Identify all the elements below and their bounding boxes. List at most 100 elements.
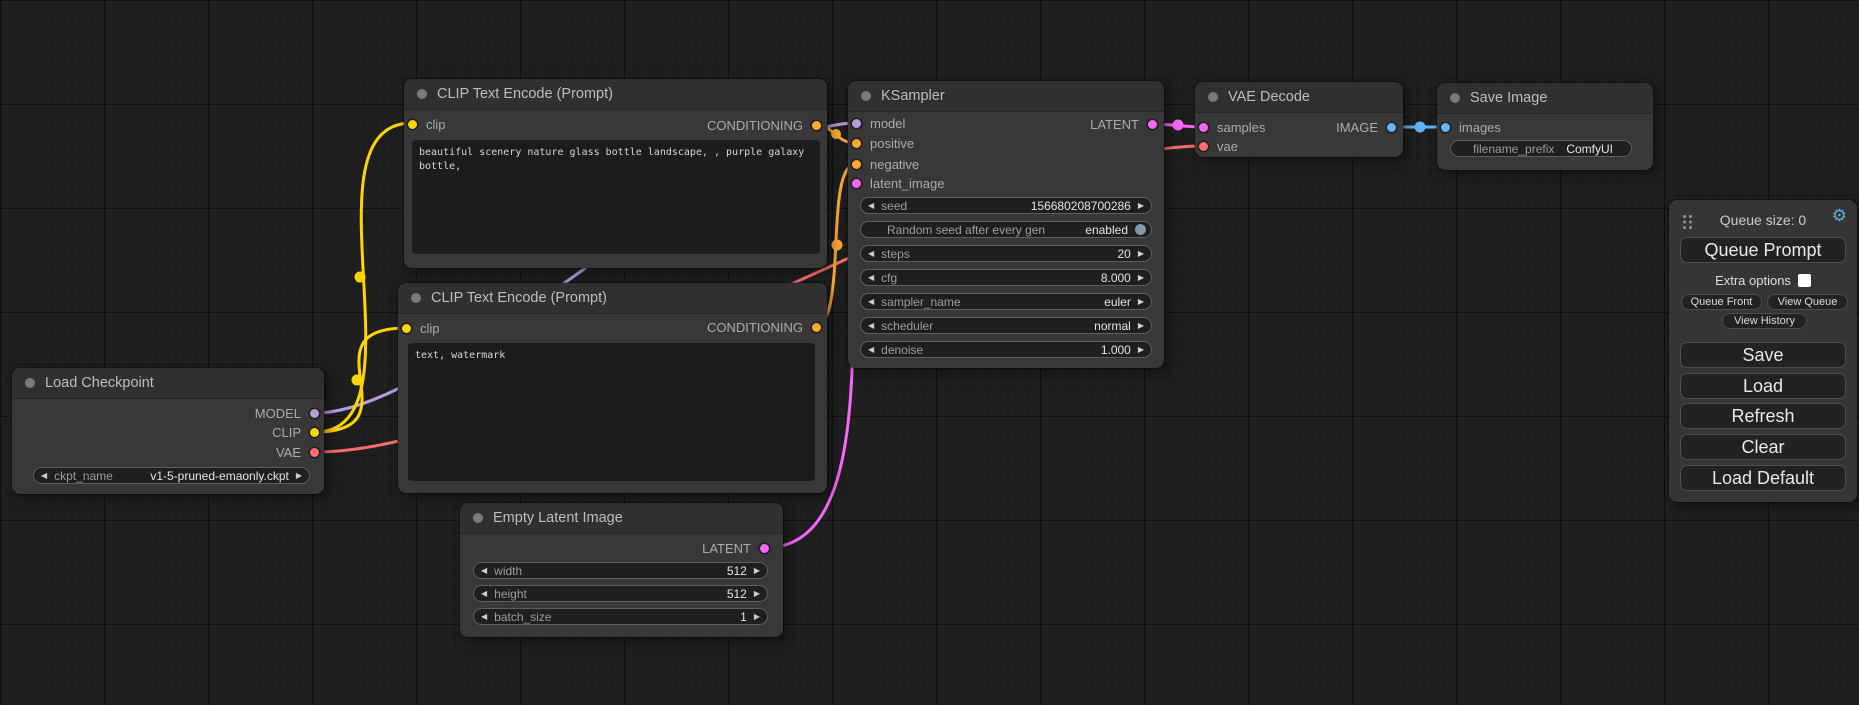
node-empty-latent-image[interactable]: Empty Latent Image LATENT ◀ width 512 ▶ …	[460, 503, 783, 637]
widget-scheduler[interactable]: ◀ scheduler normal ▶	[860, 317, 1152, 334]
widget-value[interactable]: 156680208700286	[1031, 199, 1131, 213]
input-slot-positive[interactable]: positive	[852, 134, 914, 152]
negative-prompt-textarea[interactable]: text, watermark	[408, 343, 815, 481]
increment-arrow-icon[interactable]: ▶	[1131, 294, 1151, 309]
widget-value[interactable]: 1	[740, 610, 747, 624]
collapse-dot-icon[interactable]	[861, 91, 871, 101]
widget-value[interactable]: 512	[727, 587, 747, 601]
node-title-bar[interactable]: CLIP Text Encode (Prompt)	[404, 79, 827, 110]
increment-arrow-icon[interactable]: ▶	[1131, 198, 1151, 213]
node-vae-decode[interactable]: VAE Decode samples vae IMAGE	[1195, 82, 1403, 157]
widget-value[interactable]: normal	[1094, 319, 1131, 333]
input-slot-model[interactable]: model	[852, 114, 905, 132]
output-slot-conditioning[interactable]: CONDITIONING	[707, 116, 821, 134]
decrement-arrow-icon[interactable]: ◀	[34, 468, 54, 483]
widget-sampler-name[interactable]: ◀ sampler_name euler ▶	[860, 293, 1152, 310]
increment-arrow-icon[interactable]: ▶	[289, 468, 309, 483]
widget-value[interactable]: ComfyUI	[1566, 142, 1613, 156]
widget-value[interactable]: v1-5-pruned-emaonly.ckpt	[150, 469, 289, 483]
decrement-arrow-icon[interactable]: ◀	[474, 609, 494, 624]
node-load-checkpoint[interactable]: Load Checkpoint MODEL CLIP VAE ◀ ckpt_na…	[12, 368, 324, 494]
output-slot-model[interactable]: MODEL	[255, 404, 319, 422]
increment-arrow-icon[interactable]: ▶	[747, 563, 767, 578]
port-dot-vae[interactable]	[310, 448, 319, 457]
decrement-arrow-icon[interactable]: ◀	[474, 563, 494, 578]
load-default-button[interactable]: Load Default	[1680, 465, 1846, 491]
widget-value[interactable]: euler	[1104, 295, 1131, 309]
refresh-button[interactable]: Refresh	[1680, 403, 1846, 429]
decrement-arrow-icon[interactable]: ◀	[861, 294, 881, 309]
decrement-arrow-icon[interactable]: ◀	[861, 342, 881, 357]
widget-denoise[interactable]: ◀ denoise 1.000 ▶	[860, 341, 1152, 358]
load-button[interactable]: Load	[1680, 373, 1846, 399]
increment-arrow-icon[interactable]: ▶	[747, 609, 767, 624]
input-slot-samples[interactable]: samples	[1199, 118, 1265, 136]
clear-button[interactable]: Clear	[1680, 434, 1846, 460]
port-dot-latent[interactable]	[1199, 123, 1208, 132]
widget-value[interactable]: 512	[727, 564, 747, 578]
decrement-arrow-icon[interactable]: ◀	[861, 270, 881, 285]
increment-arrow-icon[interactable]: ▶	[747, 586, 767, 601]
collapse-dot-icon[interactable]	[411, 293, 421, 303]
widget-value[interactable]: 20	[1117, 247, 1130, 261]
collapse-dot-icon[interactable]	[473, 513, 483, 523]
decrement-arrow-icon[interactable]: ◀	[474, 586, 494, 601]
widget-ckpt-name[interactable]: ◀ ckpt_name v1-5-pruned-emaonly.ckpt ▶	[33, 467, 310, 484]
port-dot-conditioning[interactable]	[852, 139, 861, 148]
output-slot-latent[interactable]: LATENT	[1090, 115, 1157, 133]
increment-arrow-icon[interactable]: ▶	[1131, 318, 1151, 333]
gear-icon[interactable]: ⚙	[1832, 207, 1847, 224]
view-queue-button[interactable]: View Queue	[1767, 294, 1848, 310]
queue-front-button[interactable]: Queue Front	[1681, 294, 1762, 310]
port-dot-image[interactable]	[1441, 123, 1450, 132]
save-button[interactable]: Save	[1680, 342, 1846, 368]
port-dot-latent[interactable]	[852, 179, 861, 188]
view-history-button[interactable]: View History	[1722, 313, 1807, 329]
collapse-dot-icon[interactable]	[417, 89, 427, 99]
input-slot-images[interactable]: images	[1441, 118, 1501, 136]
input-slot-vae[interactable]: vae	[1199, 137, 1238, 155]
positive-prompt-textarea[interactable]: beautiful scenery nature glass bottle la…	[412, 140, 820, 254]
input-slot-clip[interactable]: clip	[402, 319, 440, 337]
port-dot-clip[interactable]	[310, 428, 319, 437]
output-slot-conditioning[interactable]: CONDITIONING	[707, 318, 821, 336]
port-dot-latent[interactable]	[760, 544, 769, 553]
widget-value[interactable]: 8.000	[1101, 271, 1131, 285]
output-slot-clip[interactable]: CLIP	[272, 423, 319, 441]
increment-arrow-icon[interactable]: ▶	[1131, 246, 1151, 261]
output-slot-vae[interactable]: VAE	[276, 443, 319, 461]
widget-batch-size[interactable]: ◀ batch_size 1 ▶	[473, 608, 768, 625]
input-slot-negative[interactable]: negative	[852, 155, 919, 173]
widget-random-seed-toggle[interactable]: Random seed after every gen enabled	[860, 221, 1152, 238]
input-slot-latent-image[interactable]: latent_image	[852, 174, 944, 192]
increment-arrow-icon[interactable]: ▶	[1131, 270, 1151, 285]
node-title-bar[interactable]: KSampler	[848, 81, 1164, 112]
queue-prompt-button[interactable]: Queue Prompt	[1680, 237, 1846, 263]
node-title-bar[interactable]: VAE Decode	[1195, 82, 1403, 113]
node-title-bar[interactable]: Empty Latent Image	[460, 503, 783, 534]
decrement-arrow-icon[interactable]: ◀	[861, 318, 881, 333]
widget-height[interactable]: ◀ height 512 ▶	[473, 585, 768, 602]
collapse-dot-icon[interactable]	[25, 378, 35, 388]
port-dot-clip[interactable]	[402, 324, 411, 333]
output-slot-image[interactable]: IMAGE	[1336, 118, 1396, 136]
node-title-bar[interactable]: Save Image	[1437, 83, 1653, 114]
port-dot-latent[interactable]	[1148, 120, 1157, 129]
graph-canvas[interactable]: { "colors": { "model": "#B39DDB", "clip"…	[0, 0, 1859, 705]
extra-options-checkbox[interactable]	[1798, 274, 1811, 287]
port-dot-clip[interactable]	[408, 120, 417, 129]
widget-steps[interactable]: ◀ steps 20 ▶	[860, 245, 1152, 262]
increment-arrow-icon[interactable]: ▶	[1131, 342, 1151, 357]
port-dot-image[interactable]	[1387, 123, 1396, 132]
node-save-image[interactable]: Save Image images filename_prefix ComfyU…	[1437, 83, 1653, 170]
widget-filename-prefix[interactable]: filename_prefix ComfyUI	[1450, 140, 1632, 157]
collapse-dot-icon[interactable]	[1450, 93, 1460, 103]
port-dot-conditioning[interactable]	[812, 323, 821, 332]
node-clip-text-encode-positive[interactable]: CLIP Text Encode (Prompt) clip CONDITION…	[404, 79, 827, 268]
port-dot-vae[interactable]	[1199, 142, 1208, 151]
port-dot-model[interactable]	[310, 409, 319, 418]
widget-value[interactable]: 1.000	[1101, 343, 1131, 357]
decrement-arrow-icon[interactable]: ◀	[861, 246, 881, 261]
input-slot-clip[interactable]: clip	[408, 115, 446, 133]
output-slot-latent[interactable]: LATENT	[702, 539, 769, 557]
